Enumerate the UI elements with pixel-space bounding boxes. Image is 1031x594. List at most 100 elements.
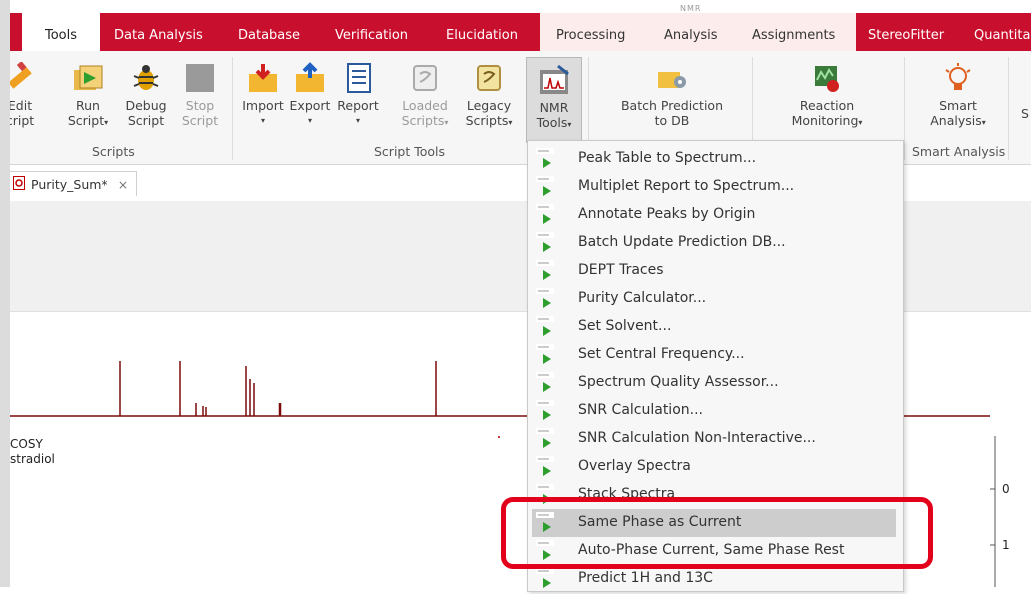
script-run-icon [535, 231, 557, 255]
menu-item-label: DEPT Traces [578, 262, 664, 278]
script-run-icon [535, 427, 557, 451]
stop-script-button[interactable]: Stop Script [176, 62, 224, 128]
ribbon-group-separator [1008, 57, 1009, 160]
menu-item[interactable]: Annotate Peaks by Origin [528, 201, 903, 229]
debug-script-line1: Debug [125, 98, 167, 113]
stop-script-line1: Stop [185, 98, 215, 113]
run-script-icon [72, 62, 104, 94]
group-label-scripts: Scripts [92, 144, 135, 159]
export-button[interactable]: Export ▾ [288, 62, 332, 128]
ribbon-tab-bar: Tools Data Analysis Database Verificatio… [0, 13, 1031, 51]
tab-assignments[interactable]: Assignments [752, 13, 836, 51]
menu-item[interactable]: Overlay Spectra [528, 453, 903, 481]
callout-highlight-box [501, 497, 933, 569]
batch-prediction-line2: to DB [654, 113, 690, 128]
tab-data-analysis[interactable]: Data Analysis [114, 13, 203, 51]
chevron-down-icon: ▾ [567, 120, 572, 129]
import-button[interactable]: Import ▾ [240, 62, 286, 128]
menu-item[interactable]: DEPT Traces [528, 257, 903, 285]
tab-quantita[interactable]: Quantita [974, 13, 1030, 51]
menu-item[interactable]: SNR Calculation Non-Interactive... [528, 425, 903, 453]
run-script-line1: Run [76, 98, 100, 113]
tab-stereofitter[interactable]: StereoFitter [868, 13, 944, 51]
menu-item[interactable]: Batch Update Prediction DB... [528, 229, 903, 257]
script-run-icon [535, 567, 557, 591]
legacy-scripts-button[interactable]: Legacy Scripts▾ [460, 62, 518, 130]
bug-icon [130, 62, 162, 94]
script-run-icon [535, 203, 557, 227]
menu-item[interactable]: Peak Table to Spectrum... [528, 145, 903, 173]
menu-item[interactable]: Spectrum Quality Assessor... [528, 369, 903, 397]
scroll-icon [473, 62, 505, 94]
tab-analysis[interactable]: Analysis [664, 13, 718, 51]
run-script-button[interactable]: Run Script▾ [62, 62, 114, 130]
window-left-edge [0, 0, 10, 587]
debug-script-line2: Script [127, 113, 165, 128]
tab-elucidation[interactable]: Elucidation [446, 13, 518, 51]
import-label: Import [242, 98, 284, 113]
report-button[interactable]: Report ▾ [334, 62, 382, 128]
ribbon-cut-button[interactable]: S [1018, 106, 1031, 121]
ribbon-group-separator [232, 57, 233, 160]
menu-item-label: Set Central Frequency... [578, 346, 745, 362]
chevron-down-icon: ▾ [307, 116, 312, 125]
menu-item[interactable]: Purity Calculator... [528, 285, 903, 313]
close-icon[interactable]: × [118, 177, 128, 192]
reaction-monitoring-button[interactable]: Reaction Monitoring▾ [772, 62, 882, 130]
menu-item-label: Batch Update Prediction DB... [578, 234, 786, 250]
chevron-down-icon: ▾ [260, 116, 265, 125]
spectrum-label-type: COSY [10, 437, 43, 451]
document-tab[interactable]: Purity_Sum* × [8, 171, 138, 196]
tab-processing[interactable]: Processing [556, 13, 626, 51]
menu-item[interactable]: Set Solvent... [528, 313, 903, 341]
report-label: Report [337, 98, 379, 113]
script-run-icon [535, 455, 557, 479]
script-run-icon [535, 371, 557, 395]
menu-item[interactable]: Multiplet Report to Spectrum... [528, 173, 903, 201]
smart-analysis-line2: Analysis [930, 113, 982, 128]
nmr-context-label: NMR [680, 4, 702, 13]
menu-item-label: Purity Calculator... [578, 290, 707, 306]
script-run-icon [535, 399, 557, 423]
stop-icon [184, 62, 216, 94]
menu-item-label: SNR Calculation... [578, 402, 703, 418]
scroll-icon [409, 62, 441, 94]
chevron-down-icon: ▾ [858, 118, 863, 127]
batch-prediction-button[interactable]: Batch Prediction to DB [612, 62, 732, 128]
loaded-scripts-button[interactable]: Loaded Scripts▾ [396, 62, 454, 130]
smart-analysis-button[interactable]: Smart Analysis▾ [918, 62, 998, 130]
tab-database[interactable]: Database [238, 13, 300, 51]
smart-analysis-line1: Smart [939, 98, 977, 113]
chevron-down-icon: ▾ [355, 116, 360, 125]
menu-item-label: Peak Table to Spectrum... [578, 150, 757, 166]
tab-tools[interactable]: Tools [22, 13, 100, 51]
nmr-tools-icon [538, 64, 570, 96]
report-icon [342, 62, 374, 94]
reaction-monitoring-line1: Reaction [799, 98, 855, 113]
legacy-scripts-line2: Scripts [465, 113, 509, 128]
export-label: Export [289, 98, 331, 113]
legacy-scripts-line1: Legacy [466, 98, 512, 113]
stop-script-line2: Script [181, 113, 219, 128]
batch-prediction-line1: Batch Prediction [620, 98, 723, 113]
lightbulb-icon [942, 62, 974, 94]
script-run-icon [535, 259, 557, 283]
menu-item-label: Multiplet Report to Spectrum... [578, 178, 795, 194]
chevron-down-icon: ▾ [981, 118, 986, 127]
menu-item[interactable]: Set Central Frequency... [528, 341, 903, 369]
debug-script-button[interactable]: Debug Script [120, 62, 172, 128]
import-icon [247, 62, 279, 94]
y-axis-tick-label: 0 [1002, 482, 1010, 496]
nmr-tools-line1: NMR [539, 100, 569, 115]
script-run-icon [535, 315, 557, 339]
menu-item[interactable]: SNR Calculation... [528, 397, 903, 425]
run-script-line2: Script [67, 113, 105, 128]
menu-item[interactable]: Predict 1H and 13C [528, 565, 903, 593]
group-label-smart-analysis: Smart Analysis [912, 144, 1006, 159]
nmr-tools-button[interactable]: NMR Tools▾ [526, 57, 582, 143]
menu-item-label: Predict 1H and 13C [578, 570, 713, 586]
document-tab-label: Purity_Sum* [31, 176, 108, 192]
menu-item-label: Spectrum Quality Assessor... [578, 374, 779, 390]
menu-item-label: Set Solvent... [578, 318, 672, 334]
tab-verification[interactable]: Verification [335, 13, 408, 51]
